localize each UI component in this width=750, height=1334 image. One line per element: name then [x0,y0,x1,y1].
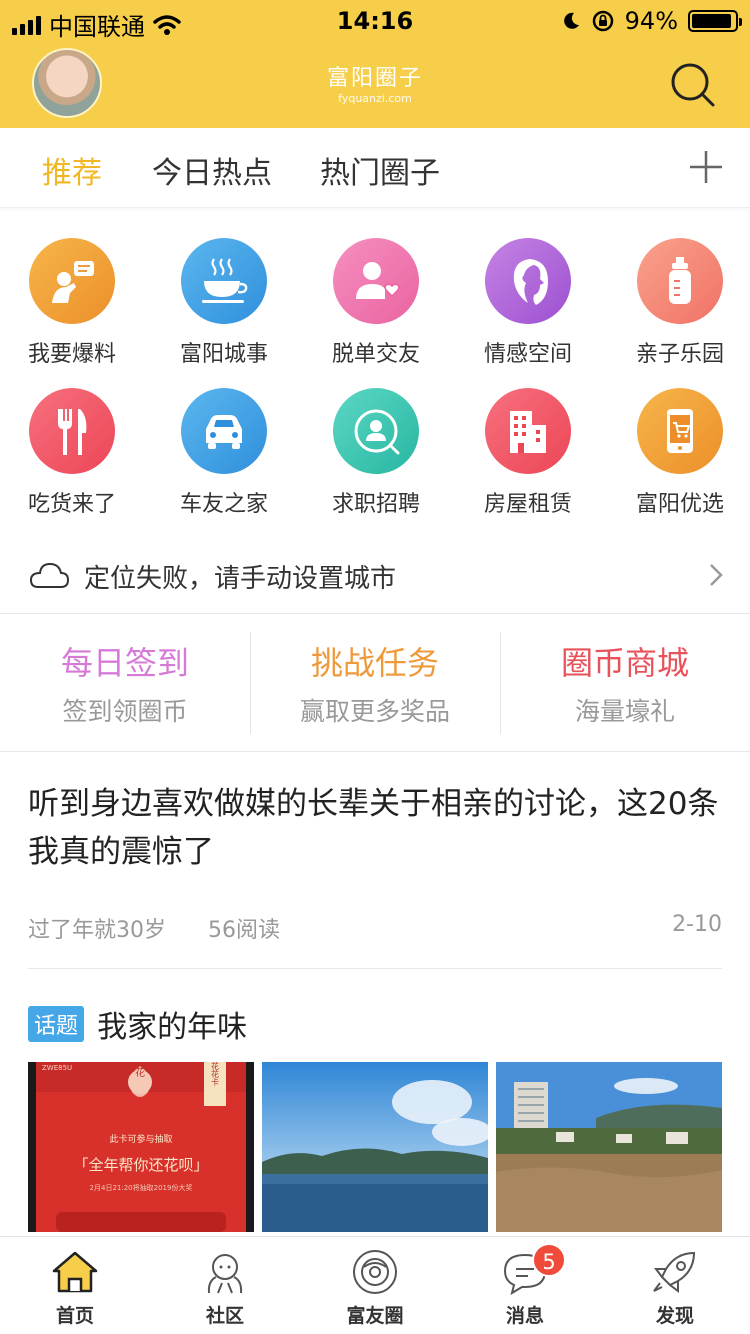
location-bar[interactable]: 定位失败，请手动设置城市 [0,538,750,614]
coin-mall-button[interactable]: 圈币商城 海量壕礼 [500,614,750,752]
logo-text: 富阳圈子 [326,66,423,91]
grid-item-car-club[interactable]: 车友之家 [159,388,289,518]
chevron-right-icon [710,564,723,586]
article-title[interactable]: 听到身边喜欢做媒的长辈关于相亲的讨论，这20条我真的震惊了 [28,780,722,876]
battery-icon [688,10,742,32]
grid-item-emotion[interactable]: 情感空间 [463,238,593,368]
grid-label: 我要爆料 [27,342,116,367]
logo-domain: fyquanzi.com [338,92,412,105]
nav-label: 富友圈 [346,1305,404,1327]
header-bar: 中国联通 14:16 94% 富阳圈子 fyquanzi.com [0,0,750,128]
article-card[interactable]: 听到身边喜欢做媒的长辈关于相亲的讨论，这20条我真的震惊了 [28,780,722,876]
action-subtitle: 海量壕礼 [574,697,675,726]
grid-label: 房屋租赁 [483,492,572,517]
grid-item-rental[interactable]: 房屋租赁 [463,388,593,518]
friends-circle-icon [353,1250,397,1294]
building-icon [485,388,571,474]
search-icon[interactable] [670,62,716,108]
app-screen: 中国联通 14:16 94% 富阳圈子 fyquanzi.com 推荐 今日热点… [0,0,750,1334]
card-flower-text: 花 [135,1066,145,1079]
tab-today-hot[interactable]: 今日热点 [152,148,272,192]
grid-item-city-news[interactable]: 富阳城事 [159,238,289,368]
topic-title: 我家的年味 [97,1010,248,1045]
moon-icon [563,12,579,29]
grid-label: 脱单交友 [331,342,420,367]
topic-photo[interactable] [262,1062,488,1232]
nav-messages[interactable]: 5 消息 [450,1237,600,1334]
action-title: 挑战任务 [310,644,439,682]
article-date: 2-10 [672,912,722,937]
action-subtitle: 赢取更多奖品 [299,697,450,726]
grid-label: 情感空间 [483,342,572,367]
baby-bottle-icon [637,238,723,324]
bottom-nav: 首页 社区 富友圈 5 消息 发现 [0,1236,750,1334]
grid-item-foodie[interactable]: 吃货来了 [7,388,137,518]
add-tab-icon[interactable] [688,149,724,185]
action-row: 每日签到 签到领圈币 挑战任务 赢取更多奖品 圈币商城 海量壕礼 [0,614,750,752]
fork-knife-icon [29,388,115,474]
location-text: 定位失败，请手动设置城市 [84,564,397,594]
speaker-icon [29,238,115,324]
home-icon [52,1251,98,1293]
card-line-1: 此卡可参与抽取 [109,1133,172,1145]
nav-community[interactable]: 社区 [150,1237,300,1334]
grid-item-parenting[interactable]: 亲子乐园 [615,238,745,368]
nav-label: 首页 [55,1305,94,1327]
app-logo: 富阳圈子 fyquanzi.com [0,60,750,105]
status-right: 94% [561,7,742,35]
topic-photos: ZWE85U 花 花花卡 此卡可参与抽取 「全年帮你还花呗」 2月4日21:20… [28,1062,722,1232]
nav-discover[interactable]: 发现 [600,1237,750,1334]
topic-photo[interactable] [496,1062,722,1232]
action-title: 每日签到 [60,644,189,682]
grid-item-dating[interactable]: 脱单交友 [311,238,441,368]
battery-fill [692,14,732,28]
action-title: 圈币商城 [560,644,689,682]
nav-label: 社区 [205,1305,244,1327]
nav-home[interactable]: 首页 [0,1237,150,1334]
divider [28,968,722,969]
article-reads: 56阅读 [208,918,280,943]
community-icon [207,1254,243,1294]
card-line-3: 2月4日21:20将抽取2019份大奖 [90,1183,193,1192]
card-side-text: 花花卡 [211,1062,220,1087]
grid-item-selection[interactable]: 富阳优选 [615,388,745,518]
grid-label: 车友之家 [179,492,268,517]
daily-checkin-button[interactable]: 每日签到 签到领圈币 [0,614,250,752]
grid-label: 求职招聘 [331,492,420,517]
topic-badge: 话题 [28,1006,85,1042]
article-author: 过了年就30岁 [28,918,166,943]
nav-friends-circle[interactable]: 富友圈 [300,1237,450,1334]
card-line-2: 「全年帮你还花呗」 [73,1156,208,1174]
face-profile-icon [485,238,571,324]
topic-photo[interactable]: ZWE85U 花 花花卡 此卡可参与抽取 「全年帮你还花呗」 2月4日21:20… [28,1062,254,1232]
rocket-icon [653,1251,696,1293]
battery-percent: 94% [624,7,678,35]
teacup-icon [181,238,267,324]
grid-label: 富阳优选 [635,492,724,517]
car-icon [181,388,267,474]
message-count-badge: 5 [532,1243,566,1277]
nav-label: 发现 [655,1305,694,1327]
category-tabs: 推荐 今日热点 热门圈子 [0,128,750,208]
nav-label: 消息 [505,1305,544,1327]
challenge-task-button[interactable]: 挑战任务 赢取更多奖品 [250,614,500,752]
tab-hot-circles[interactable]: 热门圈子 [320,148,440,192]
topic-header[interactable]: 话题 我家的年味 [28,1002,247,1045]
rotation-lock-icon [592,10,613,32]
status-bar: 中国联通 14:16 94% [0,0,750,42]
grid-label: 富阳城事 [179,342,268,367]
grid-item-jobs[interactable]: 求职招聘 [311,388,441,518]
job-search-icon [333,388,419,474]
person-heart-icon [333,238,419,324]
grid-label: 亲子乐园 [635,342,724,367]
shopping-phone-icon [637,388,723,474]
tab-recommend[interactable]: 推荐 [42,148,102,192]
card-code: ZWE85U [42,1064,72,1072]
cloud-icon [29,562,70,588]
grid-label: 吃货来了 [27,492,116,517]
action-subtitle: 签到领圈币 [62,697,188,726]
grid-item-baoliao[interactable]: 我要爆料 [7,238,137,368]
